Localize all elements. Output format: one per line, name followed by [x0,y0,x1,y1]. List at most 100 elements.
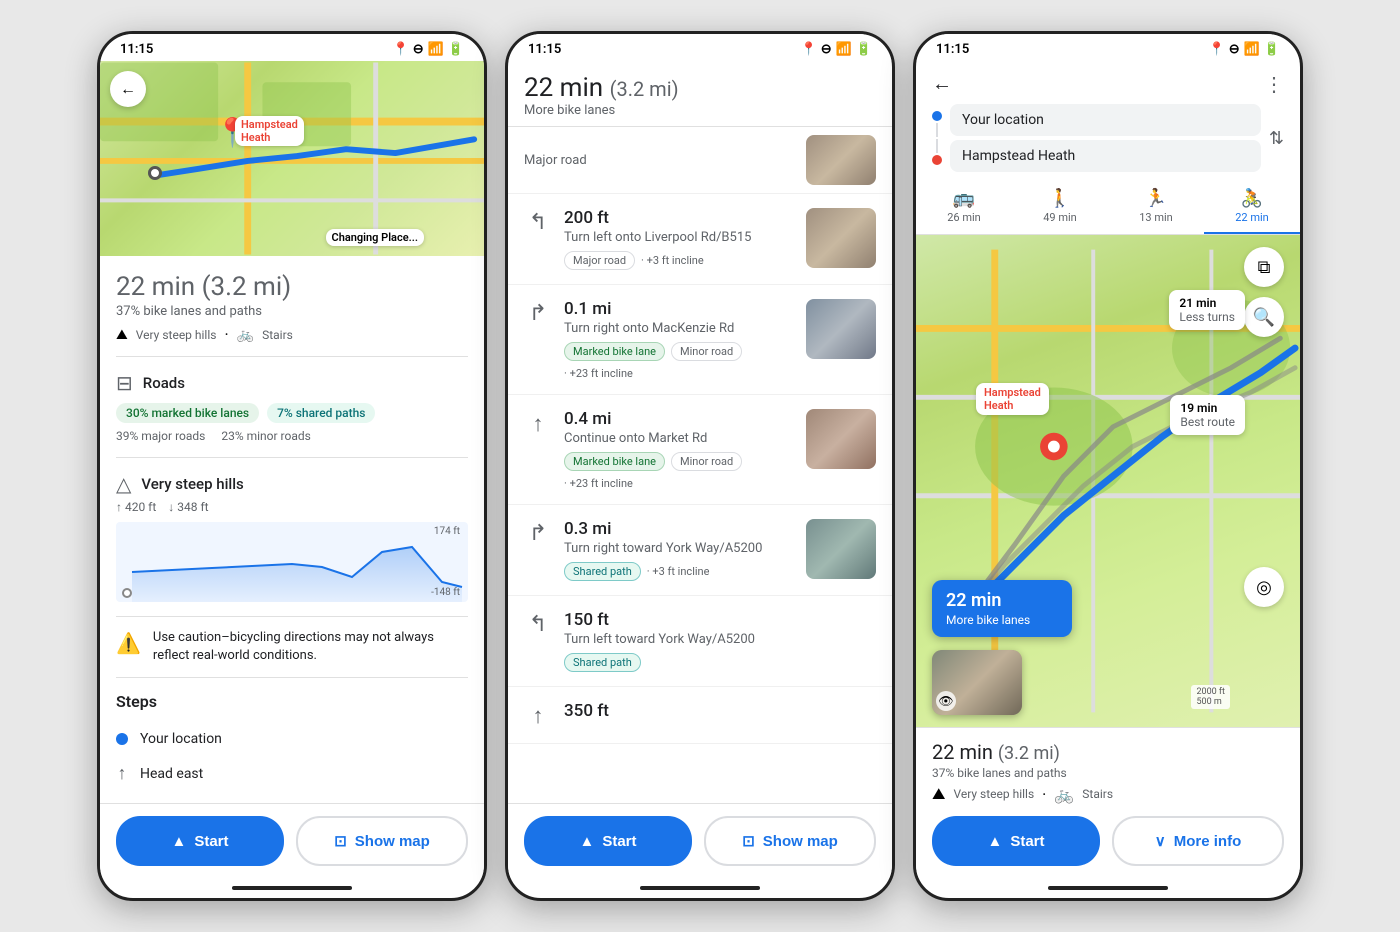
home-indicator-1 [100,878,484,898]
streetview-thumbnail[interactable]: 👁 [932,650,1022,715]
dir-tag-1a: Major road [564,251,635,270]
route-dots [932,107,942,169]
more-options-button[interactable]: ⋮ [1264,72,1284,96]
show-map-icon-1: ⊡ [334,832,347,850]
transit-icon: 🚌 [953,188,975,209]
alt-route-label-2[interactable]: 19 min Best route [1170,395,1245,435]
tab-transit[interactable]: 🚌 26 min [916,182,1012,234]
show-map-button-1[interactable]: ⊡ Show map [296,816,468,866]
dir-incline-3: · +23 ft incline [564,477,633,490]
back-button-1[interactable]: ← [110,71,146,107]
show-map-icon-2: ⊡ [742,832,755,850]
swap-button[interactable]: ⇅ [1269,128,1284,149]
p3-stairs-text: Stairs [1082,787,1113,801]
step-your-location: Your location [116,723,468,755]
dir-tag-2a: Marked bike lane [564,342,665,361]
dir-street-4: Turn right toward York Way/A5200 [564,541,794,556]
time-1: 11:15 [120,42,153,57]
back-button-3[interactable]: ← [932,71,952,96]
p3-dest-label: HampsteadHeath [976,383,1049,415]
p3-bottom-btns: ▲ Start ∨ More info [932,816,1284,866]
scroll-content-2[interactable]: ↰ 200 ft Turn left onto Liverpool Rd/B51… [508,194,892,803]
layers-button[interactable]: ⧉ [1244,247,1284,287]
preview-header: 22 min (3.2 mi) More bike lanes [508,61,892,127]
more-info-icon: ∨ [1155,832,1166,850]
phone-2: 11:15 📍 ⊖ 📶 🔋 22 min (3.2 mi) More bike … [505,31,895,901]
bike-icon: 🚴 [1241,188,1263,209]
step-head-east: ↑ Head east [116,755,468,792]
dir-tag-4a: Shared path [564,562,641,581]
dir-step-4: ↱ 0.3 mi Turn right toward York Way/A520… [508,505,892,596]
location-icon-3: 📍 [1209,42,1225,57]
caution-text: Use caution–bicycling directions may not… [153,629,468,665]
main-route-overlay[interactable]: 22 min More bike lanes [932,580,1072,637]
tab-bike[interactable]: 🚴 22 min [1204,182,1300,234]
p3-hills-icon: ⛰ [932,784,945,804]
dir-img-4 [806,519,876,579]
start-button-2[interactable]: ▲ Start [524,816,692,866]
hills-section-icon: △ [116,472,131,496]
dir-tags-5: Shared path [564,653,794,672]
phone-3: 11:15 📍 ⊖ 📶 🔋 ← ⋮ Your [913,31,1303,901]
dir-info-6: 350 ft [564,701,876,721]
time-3: 11:15 [936,42,969,57]
dir-arrow-3: ↑ [524,411,552,437]
origin-input[interactable]: Your location [950,104,1261,136]
step-dot-1 [116,733,128,745]
alt-route-label-1[interactable]: 21 min Less turns [1169,290,1245,330]
start-button-1[interactable]: ▲ Start [116,816,284,866]
battery-icon-3: 🔋 [1264,42,1280,57]
p3-header: ← ⋮ Your location Hampstead Heath ⇅ [916,61,1300,178]
status-icons-3: 📍 ⊖ 📶 🔋 [1209,42,1280,57]
scroll-content-1[interactable]: 22 min (3.2 mi) 37% bike lanes and paths… [100,256,484,803]
bottom-bar-2: ▲ Start ⊡ Show map [508,803,892,878]
hills-stats: ↑ 420 ft ↓ 348 ft [116,500,468,514]
wifi-icon-2: 📶 [836,42,852,57]
home-indicator-3 [916,878,1300,898]
phones-container: 11:15 📍 ⊖ 📶 🔋 [97,31,1303,901]
caution-box: ⚠️ Use caution–bicycling directions may … [100,617,484,677]
p3-stairs-icon: 🚲 [1054,785,1074,804]
bike-lanes-tag: 30% marked bike lanes [116,403,259,423]
start-icon-1: ▲ [171,833,186,850]
route-desc-1: 37% bike lanes and paths [116,304,468,319]
step-arrow-1: ↑ [116,763,128,784]
tab-walk[interactable]: 🚶 49 min [1012,182,1108,234]
elev-low: -148 ft [431,587,460,598]
destination-input[interactable]: Hampstead Heath [950,140,1261,172]
steps-section-1: Steps Your location ↑ Head east [100,678,484,803]
signal-icon-3: ⊖ [1229,42,1240,57]
route-warnings-1: ⛰ Very steep hills · 🚲 Stairs [116,325,468,344]
dir-tag-2b: Minor road [671,342,742,361]
map-preview-1: ← 📍 HampsteadHeath Changing Place... [100,61,484,256]
signal-icon: ⊖ [413,42,424,57]
map-scale: 2000 ft500 m [1191,685,1230,709]
changing-place-label: Changing Place... [326,229,425,246]
p3-input-box: Your location Hampstead Heath ⇅ [932,104,1284,172]
p3-map[interactable]: HampsteadHeath ⧉ 🔍 ◎ 21 min Less turns 2… [916,235,1300,727]
run-icon: 🏃 [1145,188,1167,209]
start-button-3[interactable]: ▲ Start [932,816,1100,866]
dir-tags-3: Marked bike lane Minor road · +23 ft inc… [564,452,794,490]
p2-route-desc: More bike lanes [524,103,876,118]
p3-hills-text: Very steep hills [953,787,1034,801]
dir-step-2: ↱ 0.1 mi Turn right onto MacKenzie Rd Ma… [508,285,892,395]
compass-button[interactable]: ◎ [1244,567,1284,607]
dot-line [936,123,938,137]
p3-bottom: 22 min (3.2 mi) 37% bike lanes and paths… [916,727,1300,878]
p2-route-time: 22 min (3.2 mi) [524,73,876,103]
run-time: 13 min [1139,211,1173,224]
bike-time: 22 min [1235,211,1269,224]
search-map-button[interactable]: 🔍 [1244,297,1284,337]
dir-dist-4: 0.3 mi [564,519,794,539]
dir-tags-4: Shared path · +3 ft incline [564,562,794,581]
step-text-2: Head east [140,766,203,782]
more-info-button[interactable]: ∨ More info [1112,816,1284,866]
time-2: 11:15 [528,42,561,57]
dir-incline-1: · +3 ft incline [641,254,704,267]
home-bar-3 [1048,886,1168,890]
show-map-button-2[interactable]: ⊡ Show map [704,816,876,866]
dir-incline-4: · +3 ft incline [647,565,710,578]
caution-icon: ⚠️ [116,631,141,655]
tab-run[interactable]: 🏃 13 min [1108,182,1204,234]
